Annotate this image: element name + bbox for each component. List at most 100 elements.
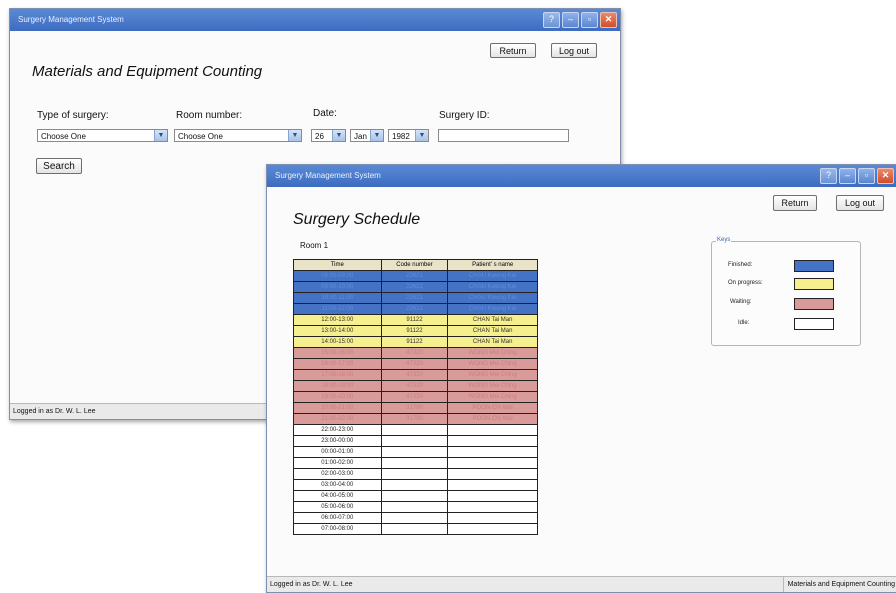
room-number-value: Choose One	[178, 132, 223, 141]
code-number-cell: 22621	[380, 281, 449, 293]
code-number-cell	[380, 523, 449, 535]
patient-name-cell: CHAU Kwong Kei	[447, 303, 538, 315]
time-cell: 22:00-23:00	[293, 424, 382, 436]
table-row[interactable]: 14:00-15:00 91122 CHAN Tai Man	[293, 336, 538, 348]
patient-name-cell: WONG Mei Ching	[447, 347, 538, 359]
year-select[interactable]: 1982 ▼	[388, 129, 429, 142]
code-number-cell	[380, 457, 449, 469]
window-titlebar[interactable]: Surgery Management System	[267, 165, 896, 187]
table-row[interactable]: 18:00-19:00 47320 WONG Mei Ching	[293, 380, 538, 392]
minimize-icon[interactable]: –	[839, 168, 856, 184]
window-title: Surgery Management System	[275, 171, 381, 180]
surgery-type-label: Type of surgery:	[37, 110, 109, 121]
help-icon[interactable]: ?	[543, 12, 560, 28]
chevron-down-icon[interactable]: ▼	[288, 130, 301, 141]
code-number-cell	[380, 501, 449, 513]
time-cell: 07:00-08:00	[293, 523, 382, 535]
table-row[interactable]: 00:00-01:00	[293, 446, 538, 458]
logout-button[interactable]: Log out	[836, 195, 884, 211]
surgery-id-label: Surgery ID:	[439, 110, 490, 121]
time-cell: 06:00-07:00	[293, 512, 382, 524]
code-number-cell: 91122	[380, 314, 449, 326]
date-label: Date:	[313, 108, 337, 119]
time-cell: 13:00-14:00	[293, 325, 382, 337]
day-select[interactable]: 26 ▼	[311, 129, 346, 142]
month-select[interactable]: Jan ▼	[350, 129, 384, 142]
window-titlebar[interactable]: Surgery Management System	[10, 9, 620, 31]
keys-title: Keys	[716, 237, 732, 243]
code-number-cell: 22621	[380, 303, 449, 315]
table-row[interactable]: 15:00-16:00 47320 WONG Mei Ching	[293, 347, 538, 359]
help-icon[interactable]: ?	[820, 168, 837, 184]
minimize-icon[interactable]: –	[562, 12, 579, 28]
table-row[interactable]: 01:00-02:00	[293, 457, 538, 469]
close-icon[interactable]: ✕	[600, 12, 617, 28]
table-row[interactable]: 12:00-13:00 91122 CHAN Tai Man	[293, 314, 538, 326]
time-cell: 11:00-12:00	[293, 303, 382, 315]
patient-name-cell: WONG Mei Ching	[447, 380, 538, 392]
maximize-icon[interactable]: ▫	[581, 12, 598, 28]
return-button[interactable]: Return	[490, 43, 536, 58]
surgery-type-select[interactable]: Choose One ▼	[37, 129, 168, 142]
close-icon[interactable]: ✕	[877, 168, 894, 184]
chevron-down-icon[interactable]: ▼	[332, 130, 345, 141]
table-row[interactable]: 05:00-06:00	[293, 501, 538, 513]
table-row[interactable]: 08:00-09:00 22621 CHAU Kwong Kei	[293, 270, 538, 282]
table-row[interactable]: 04:00-05:00	[293, 490, 538, 502]
table-row[interactable]: 06:00-07:00	[293, 512, 538, 524]
patient-name-cell: WONG Mei Ching	[447, 369, 538, 381]
patient-name-cell: CHAU Kwong Kei	[447, 292, 538, 304]
page-title: Surgery Schedule	[293, 211, 421, 228]
logged-in-status: Logged in as Dr. W. L. Lee	[270, 581, 353, 588]
code-number-cell	[380, 512, 449, 524]
time-cell: 15:00-16:00	[293, 347, 382, 359]
table-row[interactable]: 17:00-18:00 47320 WONG Mei Ching	[293, 369, 538, 381]
window-controls: ? – ▫ ✕	[543, 12, 617, 28]
time-cell: 10:00-11:00	[293, 292, 382, 304]
table-row[interactable]: 11:00-12:00 22621 CHAU Kwong Kei	[293, 303, 538, 315]
logged-in-status: Logged in as Dr. W. L. Lee	[13, 408, 96, 415]
logout-button[interactable]: Log out	[551, 43, 597, 58]
patient-name-cell	[447, 468, 538, 480]
table-row[interactable]: 16:00-17:00 47320 WONG Mei Ching	[293, 358, 538, 370]
chevron-down-icon[interactable]: ▼	[370, 130, 383, 141]
table-row[interactable]: 20:00-21:00 31790 POON Chi Wai	[293, 402, 538, 414]
maximize-icon[interactable]: ▫	[858, 168, 875, 184]
table-row[interactable]: 13:00-14:00 91122 CHAN Tai Man	[293, 325, 538, 337]
return-button[interactable]: Return	[773, 195, 817, 211]
chevron-down-icon[interactable]: ▼	[415, 130, 428, 141]
table-row[interactable]: 21:00-22:00 31790 POON Chi Wai	[293, 413, 538, 425]
time-cell: 05:00-06:00	[293, 501, 382, 513]
chevron-down-icon[interactable]: ▼	[154, 130, 167, 141]
code-number-cell: 31790	[380, 413, 449, 425]
time-cell: 14:00-15:00	[293, 336, 382, 348]
table-row[interactable]: 19:00-20:00 47320 WONG Mei Ching	[293, 391, 538, 403]
surgery-id-input[interactable]	[438, 129, 569, 142]
patient-name-cell: CHAN Tai Man	[447, 325, 538, 337]
time-cell: 23:00-00:00	[293, 435, 382, 447]
table-row[interactable]: 03:00-04:00	[293, 479, 538, 491]
schedule-table: Time Code number Patient' s name 08:00-0…	[293, 259, 538, 535]
table-row[interactable]: 09:00-10:00 22621 CHAU Kwong Kei	[293, 281, 538, 293]
table-row[interactable]: 02:00-03:00	[293, 468, 538, 480]
patient-name-cell: CHAN Tai Man	[447, 314, 538, 326]
table-row[interactable]: 23:00-00:00	[293, 435, 538, 447]
code-number-cell: 47320	[380, 380, 449, 392]
table-row[interactable]: 07:00-08:00	[293, 523, 538, 535]
table-row[interactable]: 22:00-23:00	[293, 424, 538, 436]
finished-swatch	[794, 260, 834, 272]
table-row[interactable]: 10:00-11:00 22621 CHAU Kwong Kei	[293, 292, 538, 304]
code-number-cell: 47320	[380, 358, 449, 370]
time-cell: 17:00-18:00	[293, 369, 382, 381]
code-number-cell: 47320	[380, 347, 449, 359]
page-title: Materials and Equipment Counting	[32, 63, 263, 80]
time-cell: 03:00-04:00	[293, 479, 382, 491]
window-title: Surgery Management System	[18, 15, 124, 24]
time-cell: 20:00-21:00	[293, 402, 382, 414]
room-number-select[interactable]: Choose One ▼	[174, 129, 302, 142]
search-button[interactable]: Search	[36, 158, 82, 174]
patient-name-cell	[447, 490, 538, 502]
on-progress-swatch	[794, 278, 834, 290]
current-module-status: Materials and Equipment Counting	[782, 577, 895, 592]
code-number-cell	[380, 446, 449, 458]
